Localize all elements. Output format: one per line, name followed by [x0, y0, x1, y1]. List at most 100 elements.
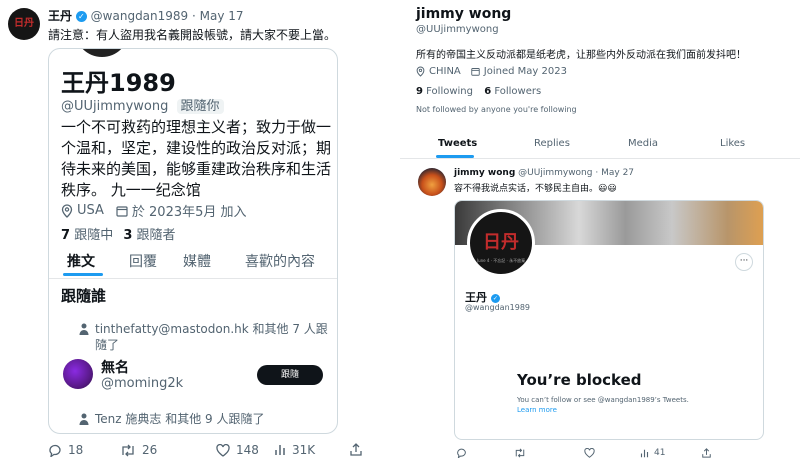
calendar-icon: [471, 67, 480, 76]
blocked-avatar: 日丹 June 4 · 不忘記 · 永不放棄: [467, 209, 535, 277]
embedded-profile-card[interactable]: 王丹1989 @UUjimmywong 跟隨你 一个不可救药的理想主义者；致力于…: [48, 48, 338, 434]
card-handle: @UUjimmywong: [61, 99, 169, 114]
profile-follow-counts: 9 Following 6 Followers: [416, 86, 541, 97]
tweet-text: 請注意：有人盜用我名義開設帳號，請大家不要上當。: [48, 28, 337, 42]
suggestion-context-text-1: tinthefatty@mastodon.hk 和其他 7 人跟隨了: [95, 322, 328, 352]
profile-name: jimmy wong: [416, 6, 512, 22]
reply-button[interactable]: [456, 448, 467, 458]
card-bio: 一个不可救药的理想主义者；致力于做一个温和，坚定，建设性的政治反对派；期待未来的…: [61, 118, 332, 199]
person-icon: [79, 323, 89, 353]
tab-divider: [400, 158, 800, 159]
calendar-icon: [116, 205, 128, 217]
followers-count[interactable]: 6: [484, 86, 491, 97]
tweet-avatar[interactable]: [418, 168, 446, 196]
heart-icon: [216, 443, 230, 457]
retweet-count: 26: [142, 443, 158, 457]
reply-icon: [49, 444, 61, 457]
tab-tweets[interactable]: 推文: [67, 251, 95, 271]
author-name[interactable]: 王丹: [48, 9, 72, 23]
card-joined: 於 2023年5月 加入: [131, 205, 247, 220]
author-handle[interactable]: @wangdan1989: [91, 9, 189, 23]
person-icon: [79, 413, 89, 427]
tab-tweets[interactable]: Tweets: [438, 138, 477, 149]
avatar-logo: 日丹: [14, 18, 34, 29]
profile-tab-bar: Tweets Replies Media Likes: [400, 128, 800, 158]
active-tab-indicator: [63, 273, 103, 276]
card-following-count[interactable]: 7: [61, 228, 70, 243]
tweet-author-handle[interactable]: @UUjimmywong: [518, 168, 592, 178]
profile-bio: 所有的帝国主义反动派都是纸老虎，让那些内外反动派在我们面前发抖吧！: [416, 50, 746, 61]
views-button[interactable]: 41: [640, 448, 665, 458]
retweet-icon: [122, 444, 134, 456]
card-avatar-partial: [75, 49, 129, 57]
tweet-date[interactable]: May 17: [200, 9, 244, 23]
card-following-label[interactable]: 跟隨中: [74, 228, 113, 243]
card-follow-counts: 7 跟隨中 3 跟隨者: [61, 224, 176, 243]
tweet-action-bar: 18 26 148 31K: [48, 443, 362, 461]
views-chart-icon: [640, 449, 649, 457]
tab-replies[interactable]: Replies: [534, 138, 570, 149]
following-count[interactable]: 9: [416, 86, 423, 97]
author-avatar[interactable]: 日丹: [8, 8, 40, 40]
reply-count: 18: [68, 443, 84, 457]
blocked-title: You’re blocked: [517, 371, 642, 389]
suggestion-name[interactable]: 無名: [101, 357, 129, 377]
views-button[interactable]: 31K: [274, 443, 315, 457]
location-pin-icon: [61, 203, 73, 218]
blocked-description: You can’t follow or see @wangdan1989’s T…: [517, 396, 689, 404]
share-icon: [702, 448, 711, 458]
more-dots-icon: ···: [739, 256, 749, 266]
views-chart-icon: [275, 445, 285, 455]
tweet-date[interactable]: May 27: [601, 168, 634, 178]
tab-likes[interactable]: Likes: [720, 138, 745, 149]
blocked-profile-card[interactable]: 日丹 June 4 · 不忘記 · 永不放棄 ··· 王丹 ✓ @wangdan…: [454, 200, 764, 440]
card-profile-name: 王丹1989: [61, 69, 176, 97]
card-followers-count[interactable]: 3: [123, 228, 132, 243]
card-meta-row: USA 於 2023年5月 加入: [61, 201, 247, 220]
share-button[interactable]: [702, 448, 711, 458]
following-label[interactable]: Following: [426, 86, 473, 97]
follow-button[interactable]: 跟隨: [257, 365, 323, 385]
tweet-text: 容不得我说点实话，不够民主自由。😃😃: [454, 184, 617, 194]
reply-icon: [457, 448, 466, 458]
tweet-author-name[interactable]: jimmy wong: [454, 168, 515, 178]
suggestion-avatar[interactable]: [63, 359, 93, 389]
share-button[interactable]: [350, 443, 362, 456]
share-icon: [350, 443, 362, 456]
reply-button[interactable]: 18: [48, 443, 83, 457]
card-handle-row: @UUjimmywong 跟隨你: [61, 95, 224, 114]
not-followed-note: Not followed by anyone you're following: [416, 105, 577, 114]
profile-joined: Joined May 2023: [483, 66, 567, 77]
separator-dot: ·: [192, 9, 196, 23]
retweet-button[interactable]: [514, 448, 526, 458]
tab-media[interactable]: Media: [628, 138, 658, 149]
tab-media[interactable]: 媒體: [183, 251, 211, 271]
views-count: 31K: [292, 443, 316, 457]
learn-more-link[interactable]: Learn more: [517, 406, 557, 414]
separator-dot: ·: [595, 168, 599, 178]
card-tab-bar: 推文 回覆 媒體 喜歡的內容: [49, 247, 337, 276]
tweet-action-bar: 41: [454, 448, 764, 462]
verified-badge-icon: ✓: [490, 293, 500, 303]
profile-meta-row: CHINA Joined May 2023: [416, 66, 567, 77]
suggestion-context-text-3: Tenz 施典志 和其他 9 人跟隨了: [95, 412, 265, 426]
tab-likes[interactable]: 喜歡的內容: [245, 251, 315, 271]
suggestion-context-1: tinthefatty@mastodon.hk 和其他 7 人跟隨了: [79, 321, 329, 353]
like-button[interactable]: [584, 448, 595, 458]
blocked-profile-handle: @wangdan1989: [465, 303, 531, 312]
profile-handle: @UUjimmywong: [416, 24, 499, 35]
retweet-button[interactable]: 26: [120, 443, 157, 457]
tab-replies[interactable]: 回覆: [129, 251, 157, 271]
suggestion-handle: @moming2k: [101, 376, 184, 391]
follows-you-badge: 跟隨你: [176, 99, 224, 114]
tab-divider: [49, 278, 337, 279]
heart-icon: [584, 448, 595, 458]
like-button[interactable]: 148: [216, 443, 259, 457]
avatar-logo: 日丹: [483, 232, 519, 253]
avatar-caption: June 4 · 不忘記 · 永不放棄: [476, 258, 526, 263]
followers-label[interactable]: Followers: [494, 86, 541, 97]
tweet-header: jimmy wong @UUjimmywong · May 27: [454, 168, 634, 178]
who-to-follow-title: 跟隨誰: [61, 287, 107, 305]
card-followers-label[interactable]: 跟隨者: [137, 228, 176, 243]
more-options-button[interactable]: ···: [735, 253, 753, 271]
